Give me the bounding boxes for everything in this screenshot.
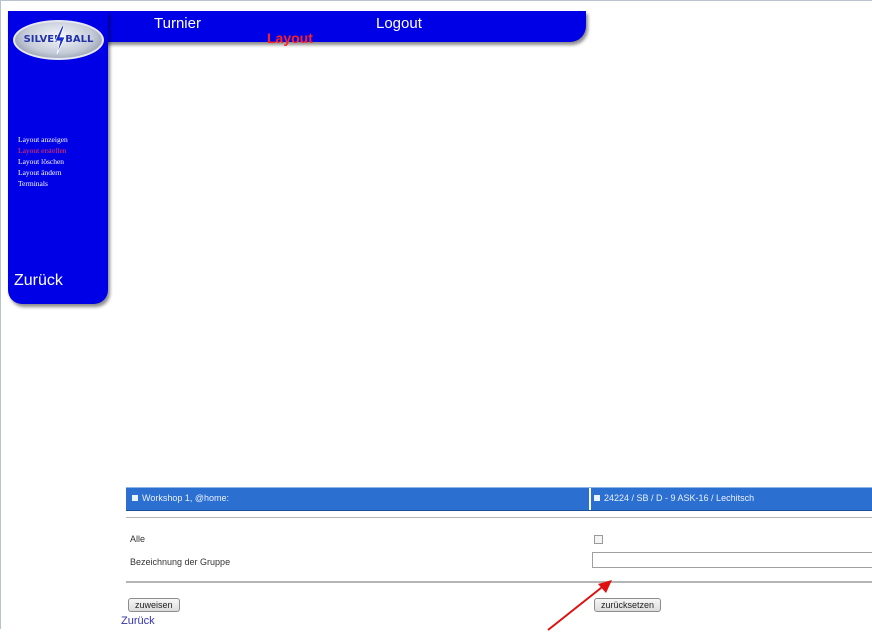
header-cell-workshop: Workshop 1, @home: — [132, 493, 229, 503]
current-section-label: Layout — [267, 30, 313, 46]
window-top-border — [0, 0, 872, 1]
header-divider — [589, 488, 591, 510]
sidebar-item-layout-anzeigen[interactable]: Layout anzeigen — [18, 134, 68, 145]
separator-bottom — [126, 581, 872, 583]
nav-link-turnier[interactable]: Turnier — [154, 15, 201, 32]
sidebar-back-link[interactable]: Zurück — [14, 272, 63, 290]
sidebar-menu: Layout anzeigen Layout erstellen Layout … — [18, 134, 68, 189]
sidebar-item-layout-loeschen[interactable]: Layout löschen — [18, 156, 68, 167]
silverball-logo[interactable]: SILVER BALL — [13, 20, 104, 60]
alle-label: Alle — [130, 534, 146, 544]
alle-checkbox[interactable] — [594, 535, 603, 544]
window-left-border — [0, 0, 1, 629]
form-header-row: Workshop 1, @home: 24224 / SB / D - 9 AS… — [126, 487, 872, 511]
group-name-label: Bezeichnung der Gruppe — [130, 557, 231, 567]
sidebar-item-layout-erstellen[interactable]: Layout erstellen — [18, 145, 68, 156]
sidebar-item-layout-aendern[interactable]: Layout ändern — [18, 167, 68, 178]
red-arrow-annotation — [547, 580, 612, 631]
square-bullet-icon — [594, 495, 600, 501]
group-name-input[interactable] — [592, 552, 872, 568]
nav-link-logout[interactable]: Logout — [376, 15, 422, 32]
lightning-bolt-icon — [54, 26, 66, 54]
square-bullet-icon — [132, 495, 138, 501]
separator-top — [126, 517, 872, 518]
sidebar-item-terminals[interactable]: Terminals — [18, 178, 68, 189]
header-workshop-text: Workshop 1, @home: — [142, 493, 230, 503]
bottom-back-link[interactable]: Zurück — [121, 615, 155, 627]
assign-button[interactable]: zuweisen — [128, 598, 180, 612]
header-cell-terminal: 24224 / SB / D - 9 ASK-16 / Lechitsch — [594, 493, 754, 503]
header-terminal-text: 24224 / SB / D - 9 ASK-16 / Lechitsch — [604, 493, 755, 503]
